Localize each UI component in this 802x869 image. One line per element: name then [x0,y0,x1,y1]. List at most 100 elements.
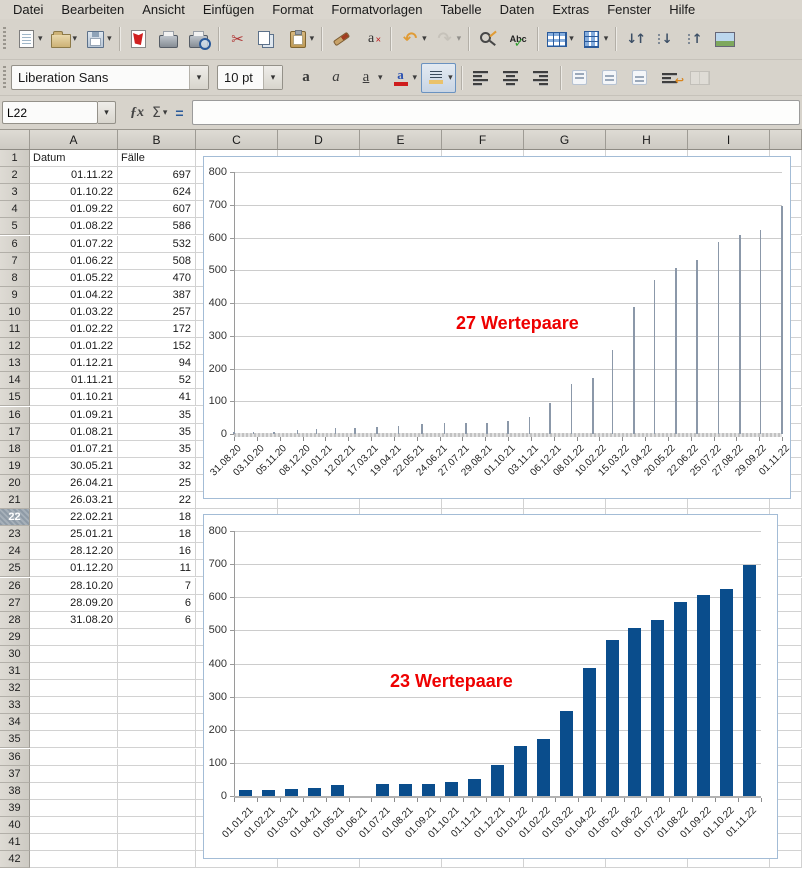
cell-a23[interactable]: 25.01.21 [30,526,118,543]
cell-b37[interactable] [118,766,196,783]
chart-27-wertepaare[interactable]: 010020030040050060070080031.08.2003.10.2… [203,156,791,499]
cell-a36[interactable] [30,749,118,766]
row-header-23[interactable]: 23 [0,526,30,543]
cell-b33[interactable] [118,697,196,714]
menu-item-format[interactable]: Format [263,1,322,18]
row-header-14[interactable]: 14 [0,372,30,389]
menu-item-einfuegen[interactable]: Einfügen [194,1,263,18]
cell-a11[interactable]: 01.02.22 [30,321,118,338]
row-header-15[interactable]: 15 [0,389,30,406]
cell-a21[interactable]: 26.03.21 [30,492,118,509]
cell-a42[interactable] [30,851,118,868]
cell-a17[interactable]: 01.08.21 [30,424,118,441]
cell-b22[interactable]: 18 [118,509,196,526]
toolbar-drag-handle[interactable] [3,66,6,90]
column-header-h[interactable]: H [606,130,688,149]
cell-a4[interactable]: 01.09.22 [30,201,118,218]
column-header-g[interactable]: G [524,130,606,149]
cell-b27[interactable]: 6 [118,595,196,612]
cell-a5[interactable]: 01.08.22 [30,218,118,235]
cell-b6[interactable]: 532 [118,236,196,253]
spelling-button[interactable]: Abc✓ [504,25,532,53]
font-size-combobox[interactable]: 10 pt ▾ [217,65,283,90]
cell-b19[interactable]: 32 [118,458,196,475]
cell-b13[interactable]: 94 [118,355,196,372]
row-header-31[interactable]: 31 [0,663,30,680]
cell-b29[interactable] [118,629,196,646]
cell-a3[interactable]: 01.10.22 [30,184,118,201]
row-header-25[interactable]: 25 [0,560,30,577]
merge-cells-button[interactable] [686,64,714,92]
row-header-10[interactable]: 10 [0,304,30,321]
row-header-22[interactable]: 22 [0,509,30,526]
cell-b36[interactable] [118,749,196,766]
cell-b8[interactable]: 470 [118,270,196,287]
row-header-39[interactable]: 39 [0,800,30,817]
cell-a40[interactable] [30,817,118,834]
row-header-36[interactable]: 36 [0,749,30,766]
formula-input-line[interactable] [192,100,800,125]
row-header-18[interactable]: 18 [0,441,30,458]
row-header-27[interactable]: 27 [0,595,30,612]
column-header-i[interactable]: I [688,130,770,149]
cell-b5[interactable]: 586 [118,218,196,235]
row-header-17[interactable]: 17 [0,424,30,441]
column-header-e[interactable]: E [360,130,442,149]
italic-button[interactable]: a [322,64,350,92]
row-header-42[interactable]: 42 [0,851,30,868]
cell-b38[interactable] [118,783,196,800]
cell-a39[interactable] [30,800,118,817]
row-header-30[interactable]: 30 [0,646,30,663]
cell-a41[interactable] [30,834,118,851]
bold-button[interactable]: a [292,64,320,92]
cell-b18[interactable]: 35 [118,441,196,458]
export-pdf-button[interactable] [125,25,153,53]
row-header-38[interactable]: 38 [0,783,30,800]
column-header-f[interactable]: F [442,130,524,149]
undo-button[interactable]: ↶▾ [396,25,429,53]
cell-b23[interactable]: 18 [118,526,196,543]
chart-23-wertepaare[interactable]: 010020030040050060070080001.01.2101.02.2… [203,514,778,859]
cell-a16[interactable]: 01.09.21 [30,407,118,424]
cell-a30[interactable] [30,646,118,663]
underline-button[interactable]: a▾ [352,64,385,92]
cell-reference-input[interactable] [2,101,98,124]
row-header-5[interactable]: 5 [0,218,30,235]
cell-b4[interactable]: 607 [118,201,196,218]
insert-column-button[interactable]: ▾ [578,25,611,53]
align-top-button[interactable] [566,64,594,92]
row-header-11[interactable]: 11 [0,321,30,338]
menu-item-hilfe[interactable]: Hilfe [660,1,704,18]
align-left-button[interactable] [467,64,495,92]
align-right-button[interactable] [527,64,555,92]
toolbar-drag-handle[interactable] [3,27,6,51]
cell-a10[interactable]: 01.03.22 [30,304,118,321]
row-header-29[interactable]: 29 [0,629,30,646]
cell-b9[interactable]: 387 [118,287,196,304]
cell-b17[interactable]: 35 [118,424,196,441]
font-name-combobox[interactable]: Liberation Sans ▾ [11,65,209,90]
row-header-21[interactable]: 21 [0,492,30,509]
row-header-37[interactable]: 37 [0,766,30,783]
wrap-text-button[interactable]: ↩ [656,64,684,92]
cell-a37[interactable] [30,766,118,783]
cell-a34[interactable] [30,714,118,731]
cell-b32[interactable] [118,680,196,697]
cell-b31[interactable] [118,663,196,680]
cell-a2[interactable]: 01.11.22 [30,167,118,184]
row-header-9[interactable]: 9 [0,287,30,304]
cell-a18[interactable]: 01.07.21 [30,441,118,458]
cell-a13[interactable]: 01.12.21 [30,355,118,372]
cell-b25[interactable]: 11 [118,560,196,577]
column-header-b[interactable]: B [118,130,196,149]
cell-a35[interactable] [30,731,118,748]
function-wizard-button[interactable]: ƒx [130,105,144,121]
cell-b12[interactable]: 152 [118,338,196,355]
cell-a29[interactable] [30,629,118,646]
new-document-button[interactable]: ▾ [12,25,45,53]
sum-button[interactable]: Σ▾ [152,105,167,121]
find-replace-button[interactable] [474,25,502,53]
cell-b20[interactable]: 25 [118,475,196,492]
cell-a31[interactable] [30,663,118,680]
redo-button[interactable]: ↷▾ [431,25,464,53]
